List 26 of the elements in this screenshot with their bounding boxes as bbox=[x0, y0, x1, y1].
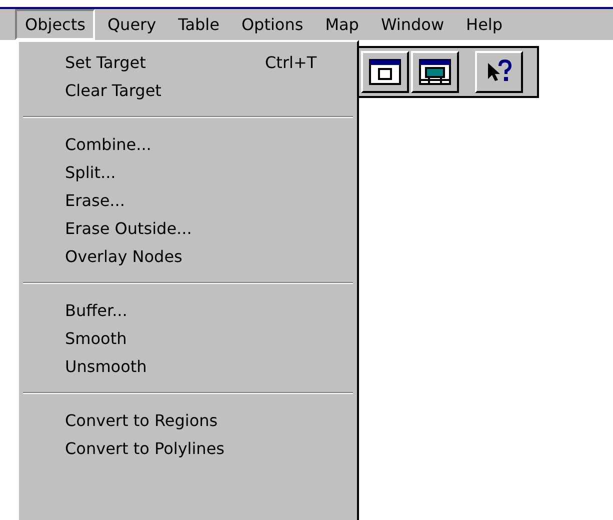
menu-item[interactable]: Convert to Polylines bbox=[19, 434, 357, 462]
menu-item-label: Set Target bbox=[65, 53, 147, 71]
menu-item[interactable]: Split... bbox=[19, 158, 357, 186]
menu-title[interactable]: Map bbox=[315, 8, 369, 40]
shortcut-label: Ctrl+T bbox=[265, 53, 317, 71]
menu-item[interactable]: Buffer... bbox=[19, 296, 357, 324]
toolbar-button[interactable] bbox=[361, 51, 409, 93]
layout-icon bbox=[419, 59, 451, 85]
menu-title[interactable]: Options bbox=[231, 8, 314, 40]
menu-item[interactable]: Erase Outside... bbox=[19, 214, 357, 242]
menu-item[interactable]: Unsmooth bbox=[19, 352, 357, 380]
menu-item[interactable]: Combine... bbox=[19, 130, 357, 158]
menu-item[interactable]: Convert to Regions bbox=[19, 406, 357, 434]
menu-item[interactable]: Set Target Ctrl+T bbox=[19, 48, 357, 76]
menu-item[interactable]: Clear Target bbox=[19, 76, 357, 104]
window-icon bbox=[369, 59, 401, 85]
menu-title[interactable]: Query bbox=[97, 8, 166, 40]
toolbar-button[interactable] bbox=[475, 51, 523, 93]
menu-title[interactable]: Help bbox=[456, 8, 513, 40]
menu-title[interactable]: Window bbox=[370, 8, 454, 40]
menu-item[interactable]: Smooth bbox=[19, 324, 357, 352]
menu-item[interactable]: Erase... bbox=[19, 186, 357, 214]
menu-title[interactable]: Table bbox=[168, 8, 230, 40]
menu-title[interactable]: Objects bbox=[15, 8, 96, 40]
menu-item[interactable]: Overlay Nodes bbox=[19, 242, 357, 270]
toolbar-button[interactable] bbox=[411, 51, 459, 93]
